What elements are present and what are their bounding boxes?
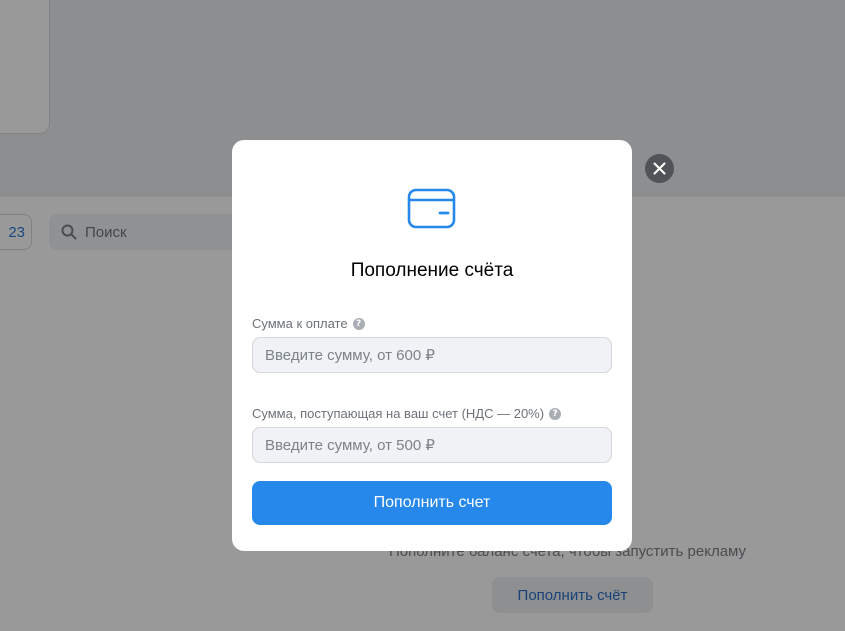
amount-to-pay-label-text: Сумма к оплате <box>252 316 348 331</box>
amount-to-pay-input[interactable] <box>252 337 612 373</box>
dialog-title: Пополнение счёта <box>350 260 514 281</box>
topup-dialog: Пополнение счёта Сумма к оплате ? Сумма,… <box>232 140 632 551</box>
credited-amount-input[interactable] <box>252 427 612 463</box>
wallet-icon <box>407 188 456 229</box>
amount-to-pay-label: Сумма к оплате ? <box>252 316 365 331</box>
topup-submit-button[interactable]: Пополнить счет <box>252 481 612 525</box>
credited-amount-label: Сумма, поступающая на ваш счет (НДС — 20… <box>252 406 562 421</box>
close-button[interactable] <box>645 154 674 183</box>
close-icon <box>653 162 666 175</box>
help-icon[interactable]: ? <box>352 317 365 330</box>
help-icon[interactable]: ? <box>549 407 562 420</box>
credited-amount-label-text: Сумма, поступающая на ваш счет (НДС — 20… <box>252 406 545 421</box>
